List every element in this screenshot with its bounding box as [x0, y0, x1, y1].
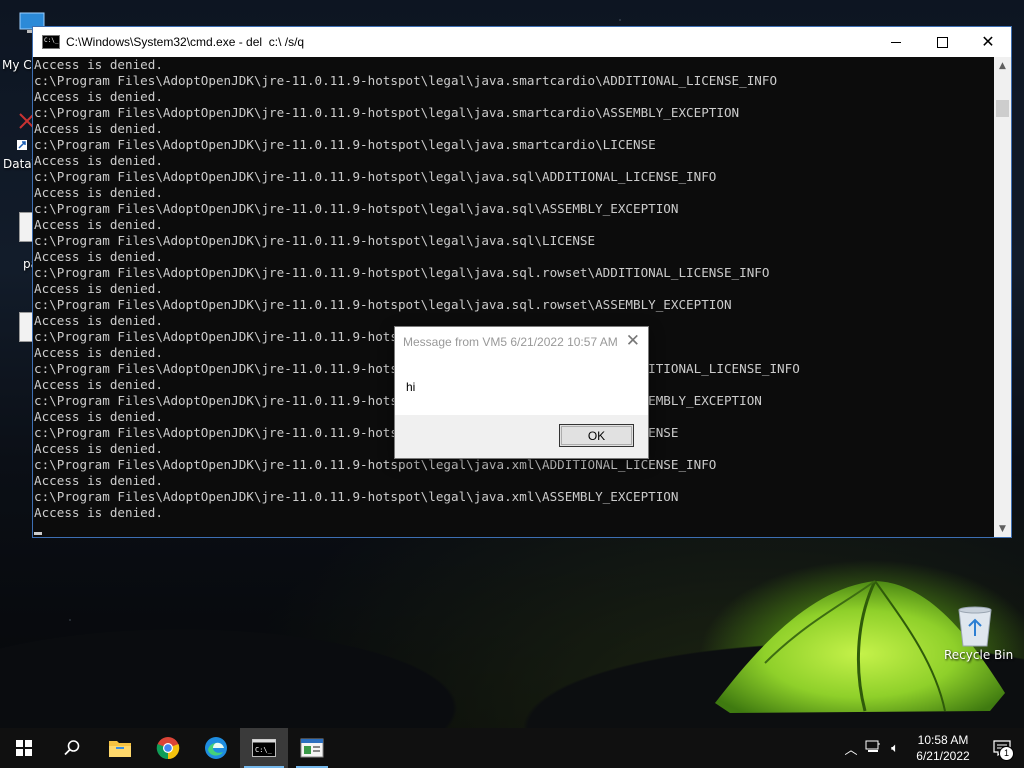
- minimize-icon: [891, 41, 901, 43]
- scroll-down-icon[interactable]: ▼: [994, 520, 1011, 537]
- clock[interactable]: 10:58 AM 6/21/2022: [906, 732, 980, 764]
- maximize-button[interactable]: [919, 27, 965, 57]
- taskbar-chrome[interactable]: [144, 728, 192, 768]
- console-line: Access is denied.: [34, 505, 163, 520]
- console-line: c:\Program Files\AdoptOpenJDK\jre-11.0.1…: [34, 169, 717, 184]
- chrome-icon: [156, 737, 180, 760]
- console-line: c:\Program Files\AdoptOpenJDK\jre-11.0.1…: [34, 265, 770, 280]
- dialog-close-icon[interactable]: ✕: [626, 332, 640, 350]
- taskbar: C:\_ ︿ 🔈︎ 10:58 AM 6/21/2022 1: [0, 728, 1024, 768]
- ok-button[interactable]: OK: [559, 424, 634, 447]
- console-line: c:\Program Files\AdoptOpenJDK\jre-11.0.1…: [34, 297, 732, 312]
- taskbar-app[interactable]: [288, 728, 336, 768]
- close-icon: ✕: [981, 32, 995, 51]
- dialog-title: Message from VM5 6/21/2022 10:57 AM: [403, 335, 618, 349]
- folder-icon: [109, 741, 131, 757]
- console-line: Access is denied.: [34, 217, 163, 232]
- console-line: Access is denied.: [34, 89, 163, 104]
- desktop-icon-recycle-bin[interactable]: Recycle Bin: [944, 604, 1014, 662]
- cmd-titlebar[interactable]: C:\Windows\System32\cmd.exe - del c:\ /s…: [33, 27, 1011, 57]
- scroll-up-icon[interactable]: ▲: [994, 57, 1011, 74]
- console-line: Access is denied.: [34, 121, 163, 136]
- console-line: c:\Program Files\AdoptOpenJDK\jre-11.0.1…: [34, 105, 740, 120]
- window-app-icon: [300, 738, 324, 758]
- console-scrollbar[interactable]: ▲ ▼: [994, 57, 1011, 537]
- window-controls: ✕: [873, 27, 1011, 57]
- system-tray: ︿ 🔈︎ 10:58 AM 6/21/2022 1: [840, 728, 1024, 768]
- maximize-icon: [936, 36, 948, 48]
- console-line: c:\Program Files\AdoptOpenJDK\jre-11.0.1…: [34, 233, 596, 248]
- cmd-icon: C:\_: [252, 739, 276, 757]
- windows-logo-icon: [16, 740, 32, 756]
- taskbar-file-explorer[interactable]: [96, 728, 144, 768]
- console-line: c:\Program Files\AdoptOpenJDK\jre-11.0.1…: [34, 457, 717, 472]
- console-line: Access is denied.: [34, 473, 163, 488]
- start-button[interactable]: [0, 728, 48, 768]
- clock-time: 10:58 AM: [917, 733, 969, 747]
- desktop-icon-label: Recycle Bin: [944, 648, 1014, 662]
- taskbar-edge[interactable]: [192, 728, 240, 768]
- svg-text:C:\_: C:\_: [255, 746, 273, 754]
- search-button[interactable]: [48, 728, 96, 768]
- search-icon: [64, 740, 80, 756]
- chevron-up-icon[interactable]: ︿: [840, 739, 862, 758]
- text-cursor: [34, 532, 42, 535]
- scroll-thumb[interactable]: [996, 100, 1009, 117]
- dialog-message: hi: [406, 380, 416, 394]
- volume-icon[interactable]: 🔈︎: [884, 740, 906, 756]
- close-button[interactable]: ✕: [965, 27, 1011, 57]
- console-cursor-line: [34, 521, 995, 537]
- action-center-button[interactable]: 1: [980, 728, 1024, 768]
- console-line: Access is denied.: [34, 57, 163, 72]
- recycle-bin-icon: [958, 606, 992, 647]
- minimize-button[interactable]: [873, 27, 919, 57]
- notification-count-badge: 1: [999, 746, 1014, 761]
- message-dialog[interactable]: Message from VM5 6/21/2022 10:57 AM ✕ hi…: [394, 326, 649, 459]
- cmd-icon: [42, 35, 60, 49]
- console-line: c:\Program Files\AdoptOpenJDK\jre-11.0.1…: [34, 137, 656, 152]
- dialog-footer: OK: [395, 415, 648, 458]
- console-output[interactable]: Access is denied. c:\Program Files\AdoptO…: [33, 57, 995, 537]
- console-line: c:\Program Files\AdoptOpenJDK\jre-11.0.1…: [34, 489, 679, 504]
- console-line: Access is denied.: [34, 249, 163, 264]
- console-line: Access is denied.: [34, 281, 163, 296]
- network-icon[interactable]: [862, 740, 884, 757]
- console-line: c:\Program Files\AdoptOpenJDK\jre-11.0.1…: [34, 201, 679, 216]
- clock-date: 6/21/2022: [916, 749, 970, 763]
- cmd-window[interactable]: C:\Windows\System32\cmd.exe - del c:\ /s…: [33, 27, 1011, 537]
- console-line: Access is denied.: [34, 185, 163, 200]
- console-line: Access is denied.: [34, 153, 163, 168]
- console-line: c:\Program Files\AdoptOpenJDK\jre-11.0.1…: [34, 73, 778, 88]
- cmd-window-title: C:\Windows\System32\cmd.exe - del c:\ /s…: [66, 35, 305, 49]
- edge-icon: [205, 737, 227, 759]
- taskbar-cmd[interactable]: C:\_: [240, 728, 288, 768]
